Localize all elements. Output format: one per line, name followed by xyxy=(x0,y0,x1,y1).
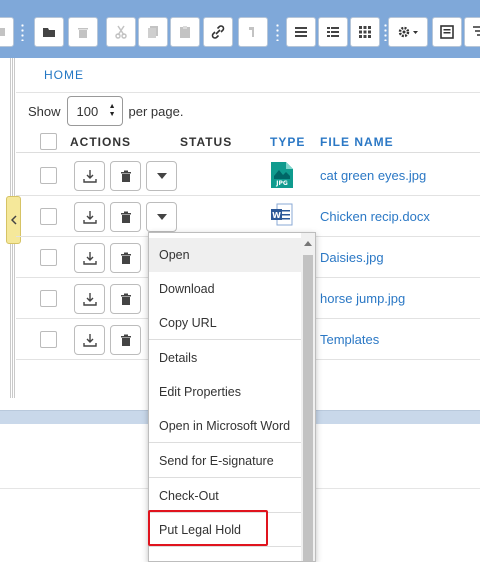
jpg-file-icon: JPG xyxy=(271,162,293,191)
trash-icon xyxy=(120,334,131,346)
toolbar xyxy=(0,0,480,58)
menu-item-copy-url[interactable]: Copy URL xyxy=(149,306,301,340)
row-checkbox[interactable] xyxy=(40,249,57,266)
caret-down-icon xyxy=(156,173,167,179)
row-checkbox[interactable] xyxy=(40,290,57,307)
row-checkbox[interactable] xyxy=(40,208,57,225)
menu-item-open[interactable]: Open xyxy=(149,238,301,272)
delete-button[interactable] xyxy=(110,161,141,191)
col-status[interactable]: STATUS xyxy=(180,135,232,149)
list-view-icon[interactable] xyxy=(286,17,316,47)
menu-separator xyxy=(149,546,301,547)
mail-icon[interactable] xyxy=(0,17,14,47)
table-row[interactable]: JPG cat green eyes.jpg xyxy=(16,155,480,196)
breadcrumb-home[interactable]: HOME xyxy=(44,68,84,82)
menu-item-open-in-word[interactable]: Open in Microsoft Word xyxy=(149,409,301,443)
row-menu-button[interactable] xyxy=(146,161,177,191)
menu-separator xyxy=(149,477,301,478)
table-header: ACTIONS STATUS TYPE FILE NAME xyxy=(16,133,480,153)
menu-separator xyxy=(149,442,301,443)
delete-button[interactable] xyxy=(110,202,141,232)
menu-item-check-out[interactable]: Check-Out xyxy=(149,479,301,513)
divider xyxy=(16,92,480,93)
download-icon xyxy=(82,252,97,265)
toolbar-separator xyxy=(276,23,279,41)
page-size-row: Show 100 ▲ ▼ per page. xyxy=(28,96,183,126)
download-button[interactable] xyxy=(74,161,105,191)
delete-icon[interactable] xyxy=(68,17,98,47)
menu-separator xyxy=(149,339,301,340)
up-level-icon[interactable] xyxy=(238,17,268,47)
file-name-link[interactable]: Daisies.jpg xyxy=(320,250,384,265)
scrollbar-thumb[interactable] xyxy=(303,255,313,561)
grid-view-icon[interactable] xyxy=(350,17,380,47)
download-icon xyxy=(82,293,97,306)
document-icon[interactable] xyxy=(432,17,462,47)
row-checkbox[interactable] xyxy=(40,331,57,348)
download-button[interactable] xyxy=(74,284,105,314)
col-actions: ACTIONS xyxy=(70,135,131,149)
copy-icon[interactable] xyxy=(138,17,168,47)
file-name-link[interactable]: horse jump.jpg xyxy=(320,291,405,306)
delete-button[interactable] xyxy=(110,243,141,273)
row-checkbox[interactable] xyxy=(40,167,57,184)
menu-scrollbar[interactable] xyxy=(301,233,315,561)
toolbar-separator xyxy=(21,23,24,41)
menu-item-edit-properties[interactable]: Edit Properties xyxy=(149,375,301,409)
file-name-link[interactable]: cat green eyes.jpg xyxy=(320,168,426,183)
toolbar-separator xyxy=(384,23,387,41)
page-size-value: 100 xyxy=(76,103,99,119)
trash-icon xyxy=(120,293,131,305)
menu-item-download[interactable]: Download xyxy=(149,272,301,306)
download-icon xyxy=(82,334,97,347)
caret-down-icon xyxy=(156,214,167,220)
select-all-checkbox[interactable] xyxy=(40,133,57,150)
cut-icon[interactable] xyxy=(106,17,136,47)
trash-icon xyxy=(120,211,131,223)
new-folder-icon[interactable] xyxy=(34,17,64,47)
link-icon[interactable] xyxy=(203,17,233,47)
download-button[interactable] xyxy=(74,202,105,232)
col-file-name[interactable]: FILE NAME xyxy=(320,135,394,149)
file-name-link[interactable]: Chicken recip.docx xyxy=(320,209,430,224)
paste-icon[interactable] xyxy=(170,17,200,47)
row-menu-button[interactable] xyxy=(146,202,177,232)
page-size-stepper[interactable]: 100 ▲ ▼ xyxy=(66,96,123,126)
word-file-icon: W xyxy=(271,203,293,230)
show-label: Show xyxy=(28,103,61,119)
download-icon xyxy=(82,211,97,224)
per-page-label: per page. xyxy=(128,103,184,119)
download-icon xyxy=(82,170,97,183)
file-name-link[interactable]: Templates xyxy=(320,332,379,347)
download-button[interactable] xyxy=(74,243,105,273)
scroll-up-arrow-icon[interactable] xyxy=(304,241,312,246)
download-button[interactable] xyxy=(74,325,105,355)
trash-icon xyxy=(120,252,131,264)
word-label: W xyxy=(272,211,281,220)
stepper-arrows-icon[interactable]: ▲ ▼ xyxy=(109,103,116,119)
menu-item-details[interactable]: Details xyxy=(149,341,301,375)
filter-icon[interactable] xyxy=(464,17,480,47)
menu-item-send-for-esignature[interactable]: Send for E-signature xyxy=(149,444,301,478)
highlight-box xyxy=(148,510,268,546)
trash-icon xyxy=(120,170,131,182)
delete-button[interactable] xyxy=(110,284,141,314)
delete-button[interactable] xyxy=(110,325,141,355)
settings-icon[interactable] xyxy=(388,17,428,47)
details-view-icon[interactable] xyxy=(318,17,348,47)
table-row[interactable]: W Chicken recip.docx xyxy=(16,196,480,237)
col-type[interactable]: TYPE xyxy=(270,135,305,149)
jpg-label: JPG xyxy=(275,180,288,187)
